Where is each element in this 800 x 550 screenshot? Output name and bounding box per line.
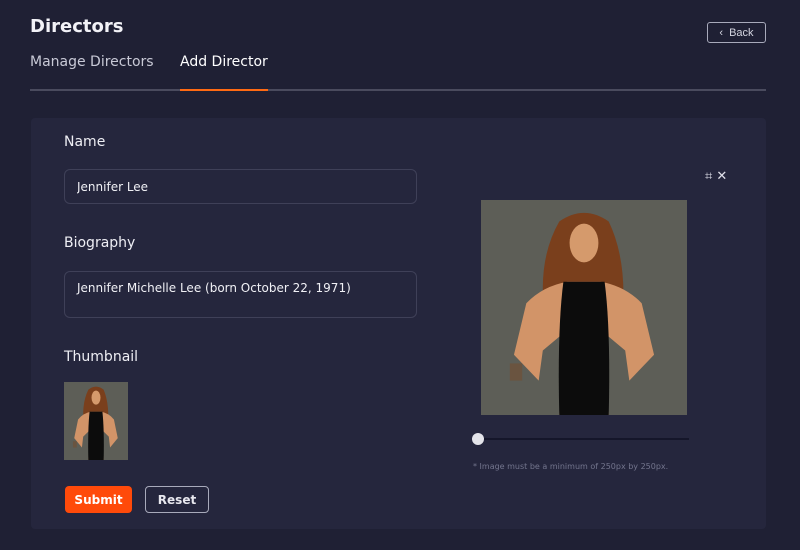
back-label: Back (729, 26, 754, 39)
crop-icon[interactable]: ⌗ (705, 169, 712, 184)
tab-add-director[interactable]: Add Director (180, 54, 268, 91)
close-icon[interactable]: ✕ (716, 169, 727, 184)
tab-bar: Manage Directors Add Director (30, 54, 766, 91)
crop-preview-image[interactable] (481, 200, 687, 415)
chevron-left-icon: ‹ (719, 26, 724, 39)
cropper-tools: ⌗ ✕ (705, 169, 727, 184)
image-size-hint: * Image must be a minimum of 250px by 25… (473, 462, 669, 471)
submit-button[interactable]: Submit (65, 486, 132, 513)
thumbnail-image (64, 382, 128, 460)
tab-manage-directors[interactable]: Manage Directors (30, 54, 154, 70)
zoom-slider-handle[interactable] (472, 433, 484, 445)
name-label: Name (64, 134, 106, 150)
name-input[interactable] (64, 169, 417, 204)
biography-textarea[interactable]: Jennifer Michelle Lee (born October 22, … (64, 271, 417, 318)
reset-button[interactable]: Reset (145, 486, 209, 513)
thumbnail-label: Thumbnail (64, 349, 139, 365)
back-button[interactable]: ‹ Back (707, 22, 766, 43)
zoom-slider[interactable] (472, 433, 689, 445)
biography-label: Biography (64, 235, 136, 251)
page-title: Directors (30, 16, 124, 37)
